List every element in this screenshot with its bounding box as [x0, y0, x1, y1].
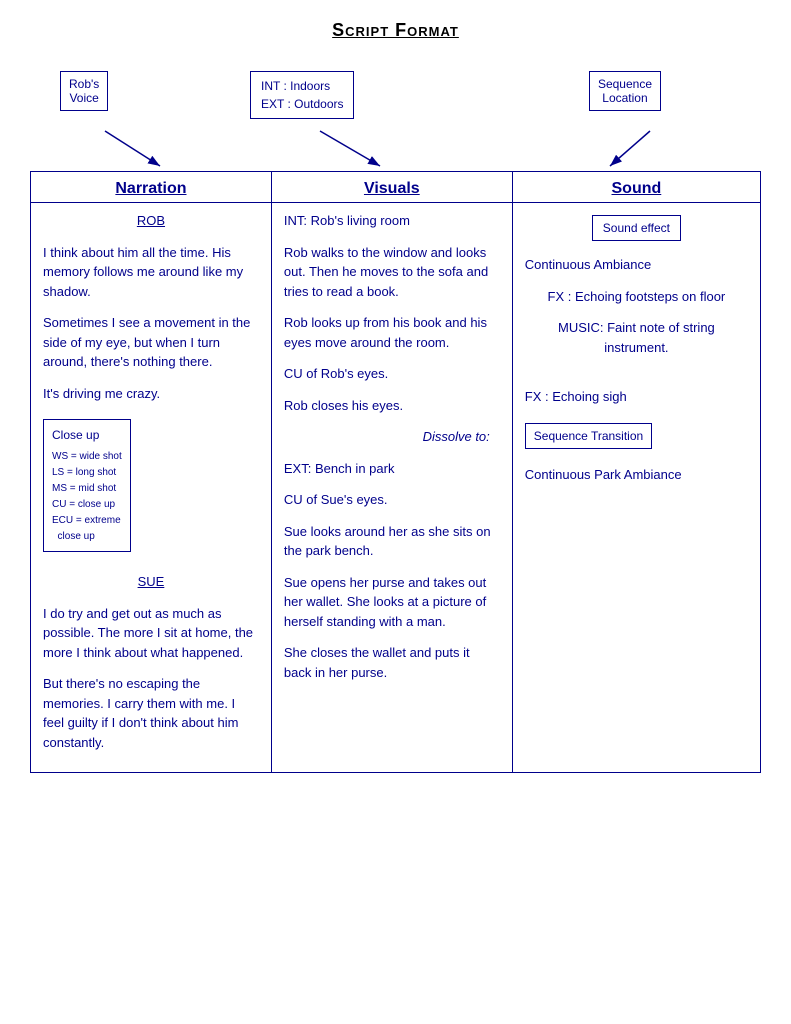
- visual-v4: CU of Rob's eyes.: [284, 364, 500, 384]
- closeup-label: Close up: [52, 426, 122, 445]
- closeup-box: Close up WS = wide shotLS = long shotMS …: [43, 419, 131, 552]
- visuals-body: INT: Rob's living room Rob walks to the …: [284, 211, 500, 682]
- sound-effect-box: Sound effect: [592, 215, 681, 241]
- sound-cell: Sound effect Continuous Ambiance FX : Ec…: [512, 203, 760, 773]
- seq-loc-annotation: SequenceLocation: [589, 71, 661, 111]
- sound-s3: MUSIC: Faint note of string instrument.: [525, 318, 748, 357]
- visual-v11: She closes the wallet and puts it back i…: [284, 643, 500, 682]
- visuals-cell: INT: Rob's living room Rob walks to the …: [271, 203, 512, 773]
- narration-cell: ROB I think about him all the time. His …: [31, 203, 272, 773]
- visual-v6: Dissolve to:: [284, 427, 500, 447]
- sound-body: Sound effect Continuous Ambiance FX : Ec…: [525, 211, 748, 484]
- rob-voice-annotation: Rob'sVoice: [60, 71, 108, 111]
- visual-v1: INT: Rob's living room: [284, 211, 500, 231]
- visual-v8: CU of Sue's eyes.: [284, 490, 500, 510]
- col-header-sound: Sound: [512, 172, 760, 203]
- visual-v5: Rob closes his eyes.: [284, 396, 500, 416]
- visual-v7: EXT: Bench in park: [284, 459, 500, 479]
- col-header-narration: Narration: [31, 172, 272, 203]
- annotations-area: Rob'sVoice INT : IndoorsEXT : Outdoors S…: [30, 61, 761, 171]
- visual-v10: Sue opens her purse and takes out her wa…: [284, 573, 500, 632]
- narration-p3: It's driving me crazy.: [43, 384, 259, 404]
- narration-body: ROB I think about him all the time. His …: [43, 211, 259, 752]
- speaker-sue: SUE: [43, 572, 259, 592]
- col-header-visuals: Visuals: [271, 172, 512, 203]
- narration-p4: I do try and get out as much as possible…: [43, 604, 259, 663]
- sound-s5: Continuous Park Ambiance: [525, 465, 748, 485]
- visual-v9: Sue looks around her as she sits on the …: [284, 522, 500, 561]
- visual-v3: Rob looks up from his book and his eyes …: [284, 313, 500, 352]
- script-table: Narration Visuals Sound ROB I think abou…: [30, 171, 761, 773]
- narration-p5: But there's no escaping the memories. I …: [43, 674, 259, 752]
- narration-p1: I think about him all the time. His memo…: [43, 243, 259, 302]
- sound-s2: FX : Echoing footsteps on floor: [525, 287, 748, 307]
- speaker-rob: ROB: [43, 211, 259, 231]
- sound-s4: FX : Echoing sigh: [525, 387, 748, 407]
- int-ext-annotation: INT : IndoorsEXT : Outdoors: [250, 71, 354, 119]
- closeup-legend: WS = wide shotLS = long shotMS = mid sho…: [52, 449, 122, 545]
- visual-v2: Rob walks to the window and looks out. T…: [284, 243, 500, 302]
- seq-transition-box: Sequence Transition: [525, 423, 652, 449]
- page-title: Script Format: [30, 20, 761, 41]
- sound-s1: Continuous Ambiance: [525, 255, 748, 275]
- narration-p2: Sometimes I see a movement in the side o…: [43, 313, 259, 372]
